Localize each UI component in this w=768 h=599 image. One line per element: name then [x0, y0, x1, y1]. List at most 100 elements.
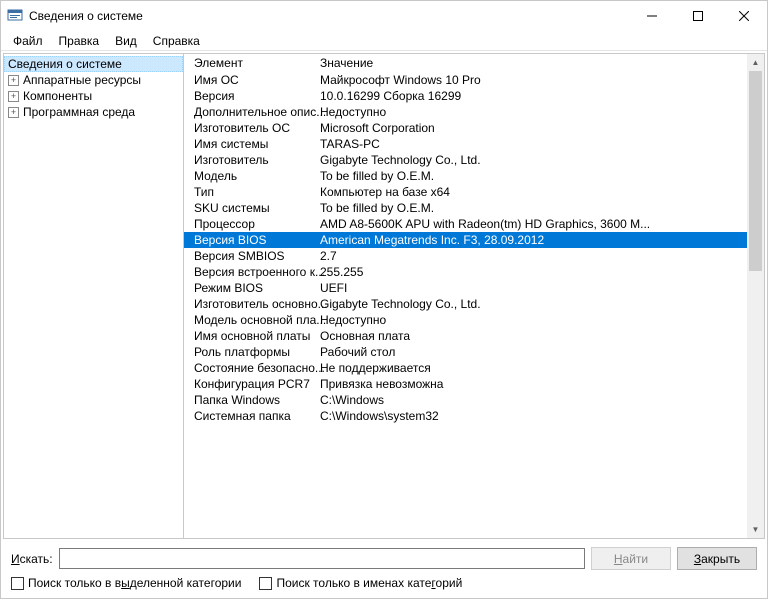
menu-edit[interactable]: Правка [51, 32, 108, 50]
list-row[interactable]: Имя системыTARAS-PC [184, 136, 747, 152]
expand-icon[interactable]: + [8, 75, 19, 86]
scroll-up-icon[interactable]: ▲ [747, 54, 764, 71]
titlebar[interactable]: Сведения о системе [1, 1, 767, 31]
app-icon [7, 8, 23, 24]
list-panel: Элемент Значение Имя ОСМайкрософт Window… [184, 54, 764, 538]
row-key: Процессор [188, 217, 318, 231]
row-value: 255.255 [318, 265, 743, 279]
row-key: Версия встроенного к... [188, 265, 318, 279]
header-value[interactable]: Значение [318, 56, 743, 70]
tree-root-label: Сведения о системе [8, 57, 122, 71]
menubar: Файл Правка Вид Справка [1, 31, 767, 51]
expand-icon[interactable]: + [8, 91, 19, 102]
row-key: Версия [188, 89, 318, 103]
row-value: Недоступно [318, 313, 743, 327]
list-row[interactable]: Состояние безопасно...Не поддерживается [184, 360, 747, 376]
maximize-button[interactable] [675, 1, 721, 31]
expand-icon[interactable]: + [8, 107, 19, 118]
list-rows: Имя ОСМайкрософт Windows 10 ProВерсия10.… [184, 72, 747, 424]
row-key: Изготовитель ОС [188, 121, 318, 135]
list-content[interactable]: Элемент Значение Имя ОСМайкрософт Window… [184, 54, 747, 538]
find-button[interactable]: Найти [591, 547, 671, 570]
row-value: Microsoft Corporation [318, 121, 743, 135]
menu-help[interactable]: Справка [145, 32, 208, 50]
window-controls [629, 1, 767, 31]
list-row[interactable]: Конфигурация PCR7Привязка невозможна [184, 376, 747, 392]
close-button[interactable] [721, 1, 767, 31]
close-search-button[interactable]: Закрыть [677, 547, 757, 570]
row-value: Основная плата [318, 329, 743, 343]
tree-hardware[interactable]: + Аппаратные ресурсы [4, 72, 183, 88]
check2-label: Поиск только в именах категорий [276, 576, 462, 590]
list-row[interactable]: ПроцессорAMD A8-5600K APU with Radeon(tm… [184, 216, 747, 232]
list-row[interactable]: Имя ОСМайкрософт Windows 10 Pro [184, 72, 747, 88]
tree-panel[interactable]: Сведения о системе + Аппаратные ресурсы … [4, 54, 184, 538]
scroll-down-icon[interactable]: ▼ [747, 521, 764, 538]
header-element[interactable]: Элемент [188, 56, 318, 70]
list-row[interactable]: МодельTo be filled by O.E.M. [184, 168, 747, 184]
scroll-track[interactable] [747, 71, 764, 521]
scroll-thumb[interactable] [749, 71, 762, 271]
menu-file[interactable]: Файл [5, 32, 51, 50]
row-value: 10.0.16299 Сборка 16299 [318, 89, 743, 103]
row-key: Тип [188, 185, 318, 199]
search-row: Искать: Найти Закрыть [11, 547, 757, 570]
row-value: Привязка невозможна [318, 377, 743, 391]
list-row[interactable]: Версия10.0.16299 Сборка 16299 [184, 88, 747, 104]
app-window: Сведения о системе Файл Правка Вид Справ… [0, 0, 768, 599]
tree-software-label: Программная среда [23, 105, 135, 119]
row-value: Майкрософт Windows 10 Pro [318, 73, 743, 87]
list-row[interactable]: Версия SMBIOS2.7 [184, 248, 747, 264]
row-key: Состояние безопасно... [188, 361, 318, 375]
check-selected-category[interactable]: Поиск только в выделенной категории [11, 576, 241, 590]
search-label: Искать: [11, 552, 53, 566]
list-row[interactable]: Дополнительное опис...Недоступно [184, 104, 747, 120]
list-row[interactable]: Изготовитель ОСMicrosoft Corporation [184, 120, 747, 136]
tree-root[interactable]: Сведения о системе [4, 56, 183, 72]
scrollbar-vertical[interactable]: ▲ ▼ [747, 54, 764, 538]
tree-hardware-label: Аппаратные ресурсы [23, 73, 141, 87]
checkbox-icon[interactable] [11, 577, 24, 590]
list-row[interactable]: Изготовитель основно...Gigabyte Technolo… [184, 296, 747, 312]
row-value: To be filled by O.E.M. [318, 201, 743, 215]
menu-view[interactable]: Вид [107, 32, 145, 50]
tree-software[interactable]: + Программная среда [4, 104, 183, 120]
check-row: Поиск только в выделенной категории Поис… [11, 576, 757, 590]
row-value: To be filled by O.E.M. [318, 169, 743, 183]
minimize-button[interactable] [629, 1, 675, 31]
row-key: Модель основной пла... [188, 313, 318, 327]
row-value: AMD A8-5600K APU with Radeon(tm) HD Grap… [318, 217, 743, 231]
row-key: Изготовитель [188, 153, 318, 167]
row-value: Рабочий стол [318, 345, 743, 359]
list-row[interactable]: Папка WindowsC:\Windows [184, 392, 747, 408]
row-key: Версия SMBIOS [188, 249, 318, 263]
row-value: Компьютер на базе x64 [318, 185, 743, 199]
check-category-names[interactable]: Поиск только в именах категорий [259, 576, 462, 590]
tree-components-label: Компоненты [23, 89, 92, 103]
list-header[interactable]: Элемент Значение [184, 54, 747, 72]
checkbox-icon[interactable] [259, 577, 272, 590]
row-key: Изготовитель основно... [188, 297, 318, 311]
row-key: Дополнительное опис... [188, 105, 318, 119]
row-key: Конфигурация PCR7 [188, 377, 318, 391]
row-key: SKU системы [188, 201, 318, 215]
list-row[interactable]: SKU системыTo be filled by O.E.M. [184, 200, 747, 216]
list-row[interactable]: ТипКомпьютер на базе x64 [184, 184, 747, 200]
list-row[interactable]: Режим BIOSUEFI [184, 280, 747, 296]
list-row[interactable]: ИзготовительGigabyte Technology Co., Ltd… [184, 152, 747, 168]
search-input[interactable] [59, 548, 585, 569]
list-row[interactable]: Роль платформыРабочий стол [184, 344, 747, 360]
tree-components[interactable]: + Компоненты [4, 88, 183, 104]
list-row[interactable]: Системная папкаC:\Windows\system32 [184, 408, 747, 424]
row-key: Папка Windows [188, 393, 318, 407]
list-row[interactable]: Модель основной пла...Недоступно [184, 312, 747, 328]
row-value: Gigabyte Technology Co., Ltd. [318, 297, 743, 311]
list-row[interactable]: Версия встроенного к...255.255 [184, 264, 747, 280]
row-value: UEFI [318, 281, 743, 295]
body-area: Сведения о системе + Аппаратные ресурсы … [3, 53, 765, 539]
check1-label: Поиск только в выделенной категории [28, 576, 241, 590]
list-row[interactable]: Версия BIOSAmerican Megatrends Inc. F3, … [184, 232, 747, 248]
list-row[interactable]: Имя основной платыОсновная плата [184, 328, 747, 344]
row-key: Модель [188, 169, 318, 183]
row-value: American Megatrends Inc. F3, 28.09.2012 [318, 233, 743, 247]
